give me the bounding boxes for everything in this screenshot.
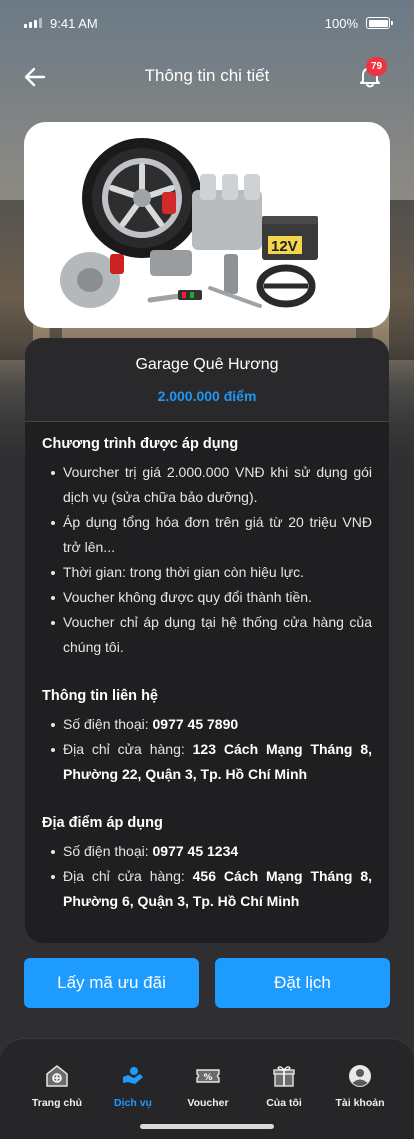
book-button[interactable]: Đặt lịch	[215, 958, 390, 1008]
battery-icon	[366, 17, 393, 29]
status-right: 100%	[324, 15, 393, 31]
header: Thông tin chi tiết	[0, 52, 414, 100]
service-hand-icon	[120, 1063, 146, 1089]
nav-item-mine[interactable]: Của tôi	[244, 1063, 324, 1109]
gift-icon	[271, 1063, 297, 1089]
signal-icon	[24, 18, 42, 28]
location-phone: Số điện thoại: 0977 45 1234	[42, 839, 372, 864]
program-list: Vourcher trị giá 2.000.000 VNĐ khi sử dụ…	[42, 460, 372, 660]
back-button[interactable]	[22, 64, 48, 90]
arrow-left-icon	[24, 67, 46, 87]
list-item: Vourcher trị giá 2.000.000 VNĐ khi sử dụ…	[42, 460, 372, 510]
nav-label: Trang chủ	[31, 1097, 83, 1109]
battery-percent: 100%	[324, 15, 358, 31]
shop-name: Garage Quê Hương	[135, 355, 279, 373]
program-title: Chương trình được áp dụng	[42, 436, 239, 452]
car-parts-illustration: 12V	[60, 138, 318, 308]
user-icon	[347, 1063, 373, 1089]
detail-header: Garage Quê Hương 2.000.000 điểm	[25, 338, 389, 422]
list-item: Thời gian: trong thời gian còn hiệu lực.	[42, 560, 372, 585]
voucher-icon: %	[195, 1063, 221, 1089]
battery-label: 12V	[271, 238, 298, 255]
list-item: Voucher chỉ áp dụng tại hệ thống cửa hàn…	[42, 610, 372, 660]
contact-address: Địa chỉ cửa hàng: 123 Cách Mạng Tháng 8,…	[42, 737, 372, 787]
nav-item-services[interactable]: Dịch vụ	[93, 1063, 173, 1109]
address-label: Địa chỉ cửa hàng:	[63, 868, 193, 884]
status-bar: 9:41 AM 100%	[0, 0, 414, 46]
nav-label: Voucher	[187, 1097, 229, 1109]
nav-label: Tài khoản	[335, 1097, 385, 1109]
nav-label: Của tôi	[266, 1097, 302, 1109]
points-value: 2.000.000 điểm	[157, 387, 257, 404]
list-item: Voucher không được quy đổi thành tiền.	[42, 585, 372, 610]
contact-list: Số điện thoại: 0977 45 7890 Địa chỉ cửa …	[42, 712, 372, 787]
status-left: 9:41 AM	[24, 16, 98, 31]
location-title: Địa điểm áp dụng	[42, 815, 163, 831]
phone-number[interactable]: 0977 45 7890	[153, 716, 239, 732]
notification-badge: 79	[366, 57, 387, 76]
list-item: Áp dụng tổng hóa đơn trên giá từ 20 triệ…	[42, 510, 372, 560]
contact-phone: Số điện thoại: 0977 45 7890	[42, 712, 372, 737]
detail-body: Chương trình được áp dụng Vourcher trị g…	[25, 422, 389, 914]
contact-title: Thông tin liên hệ	[42, 688, 158, 704]
phone-label: Số điện thoại:	[63, 716, 153, 732]
home-indicator	[140, 1124, 274, 1129]
location-list: Số điện thoại: 0977 45 1234 Địa chỉ cửa …	[42, 839, 372, 914]
nav-label: Dịch vụ	[114, 1097, 152, 1109]
get-code-button[interactable]: Lấy mã ưu đãi	[24, 958, 199, 1008]
svg-text:%: %	[204, 1073, 213, 1083]
status-time: 9:41 AM	[50, 15, 98, 31]
address-label: Địa chỉ cửa hàng:	[63, 741, 193, 757]
nav-item-voucher[interactable]: % Voucher	[168, 1063, 248, 1109]
phone-label: Số điện thoại:	[63, 843, 153, 859]
location-address: Địa chỉ cửa hàng: 456 Cách Mạng Tháng 8,…	[42, 864, 372, 914]
home-icon	[44, 1063, 70, 1089]
page-title: Thông tin chi tiết	[144, 66, 270, 85]
nav-item-account[interactable]: Tài khoản	[320, 1063, 400, 1109]
phone-number[interactable]: 0977 45 1234	[153, 843, 239, 859]
product-image: 12V	[24, 122, 390, 328]
nav-item-home[interactable]: Trang chủ	[17, 1063, 97, 1109]
voucher-detail-card: Garage Quê Hương 2.000.000 điểm Chương t…	[25, 338, 389, 943]
